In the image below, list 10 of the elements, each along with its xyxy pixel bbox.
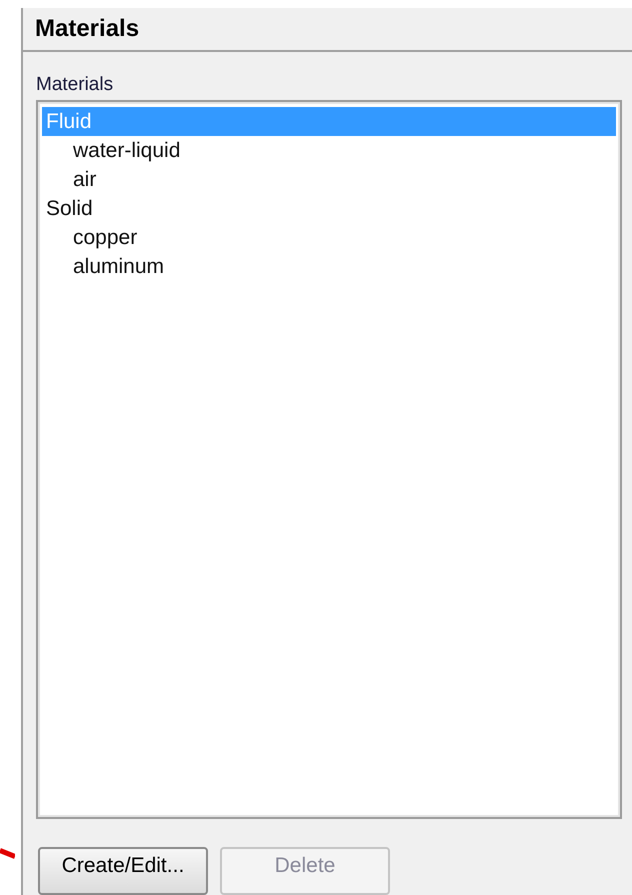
annotation-line (0, 848, 15, 859)
tree-item[interactable]: aluminum (42, 252, 616, 281)
tree-item[interactable]: water-liquid (42, 136, 616, 165)
tree-item[interactable]: copper (42, 223, 616, 252)
create-edit-button[interactable]: Create/Edit... (38, 847, 208, 895)
list-label: Materials (36, 74, 114, 96)
materials-tree[interactable]: Fluid water-liquid air Solid copper aluminum (36, 100, 622, 819)
panel-title: Materials (35, 15, 140, 43)
tree-item[interactable]: Solid (42, 194, 616, 223)
tree-item[interactable]: air (42, 165, 616, 194)
